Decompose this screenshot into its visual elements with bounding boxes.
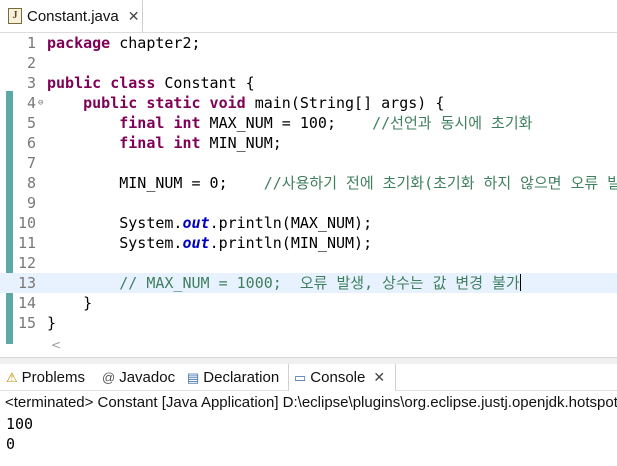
code-text: } bbox=[47, 293, 92, 313]
console-output-line: 0 bbox=[6, 435, 16, 453]
code-line: 1 package chapter2; bbox=[0, 33, 617, 53]
declaration-icon: ▤ bbox=[187, 369, 200, 385]
line-number: 11 bbox=[17, 234, 36, 252]
code-keyword: public static void bbox=[83, 94, 246, 112]
editor-tab-constant-java[interactable]: J Constant.java ✕ bbox=[0, 0, 143, 32]
line-number: 3 bbox=[26, 74, 36, 92]
code-token: } bbox=[47, 314, 57, 332]
code-token: } bbox=[83, 294, 93, 312]
code-line: 6 final int MIN_NUM; bbox=[0, 133, 617, 153]
code-text: MIN_NUM = 0; //사용하기 전에 초기화(초기화 하지 않으면 오류… bbox=[47, 173, 617, 193]
line-number: 4 bbox=[26, 94, 36, 112]
tab-label: Problems bbox=[21, 369, 86, 386]
code-keyword: package bbox=[47, 34, 111, 52]
code-text: } bbox=[47, 313, 56, 333]
code-line: 11 System.out.println(MIN_NUM); bbox=[0, 233, 617, 253]
code-token: MIN_NUM = 0; bbox=[119, 174, 264, 192]
close-icon[interactable]: ✕ bbox=[128, 8, 140, 25]
tab-console[interactable]: ▭ Console ✕ bbox=[288, 364, 396, 391]
code-comment: //사용하기 전에 초기화(초기화 하지 않으면 오류 발생) bbox=[263, 174, 617, 192]
code-text: public static void main(String[] args) { bbox=[47, 93, 444, 113]
line-number: 2 bbox=[26, 54, 36, 72]
line-number: 7 bbox=[26, 154, 36, 172]
code-field: out bbox=[182, 234, 210, 252]
code-keyword: final bbox=[119, 114, 165, 132]
current-code-line: 13 // MAX_NUM = 1000; 오류 발생, 상수는 값 변경 불가 bbox=[0, 273, 617, 293]
fold-toggle-icon[interactable]: ⊖ bbox=[38, 93, 43, 113]
code-line: 12 bbox=[0, 253, 617, 273]
code-line: 15 } bbox=[0, 313, 617, 333]
close-icon[interactable]: ✕ bbox=[373, 369, 385, 386]
tab-label: Javadoc bbox=[119, 369, 176, 386]
tab-label: Declaration bbox=[203, 369, 280, 386]
code-line: 3 public class Constant { bbox=[0, 73, 617, 93]
code-text: System.out.println(MAX_NUM); bbox=[47, 213, 372, 233]
code-token: main(String[] args) { bbox=[245, 94, 445, 112]
code-token: .println(MAX_NUM); bbox=[209, 214, 373, 232]
code-keyword: int bbox=[173, 134, 201, 152]
code-line: 4 ⊖ public static void main(String[] arg… bbox=[0, 93, 617, 113]
code-line: 5 final int MAX_NUM = 100; //선언과 동시에 초기화 bbox=[0, 113, 617, 133]
console-status-line: <terminated> Constant [Java Application]… bbox=[5, 394, 617, 411]
line-number: 1 bbox=[26, 34, 36, 52]
scroll-left-icon[interactable]: < bbox=[51, 338, 61, 352]
code-comment: //선언과 동시에 초기화 bbox=[372, 114, 533, 132]
code-text: package chapter2; bbox=[47, 33, 201, 53]
problems-icon: ⚠ bbox=[6, 369, 18, 385]
tab-label: Console bbox=[310, 369, 366, 386]
view-tab-bar: ⚠ Problems @ Javadoc ▤ Declaration ▭ Con… bbox=[0, 364, 617, 391]
code-line: 7 bbox=[0, 153, 617, 173]
code-line: 10 System.out.println(MAX_NUM); bbox=[0, 213, 617, 233]
code-line: 14 } bbox=[0, 293, 617, 313]
horizontal-scrollbar[interactable]: < bbox=[47, 337, 617, 355]
text-caret bbox=[519, 274, 521, 291]
line-number: 14 bbox=[17, 294, 36, 312]
code-line: 9 bbox=[0, 193, 617, 213]
line-number: 15 bbox=[17, 314, 36, 332]
javadoc-icon: @ bbox=[102, 370, 116, 385]
code-text: final int MIN_NUM; bbox=[47, 133, 282, 153]
code-token: Constant { bbox=[155, 74, 255, 92]
editor-tab-label: Constant.java bbox=[27, 7, 119, 25]
code-keyword: int bbox=[173, 114, 201, 132]
code-text: System.out.println(MIN_NUM); bbox=[47, 233, 372, 253]
panel-splitter[interactable] bbox=[0, 357, 617, 364]
code-text: final int MAX_NUM = 100; //선언과 동시에 초기화 bbox=[47, 113, 532, 133]
editor-tab-bar: J Constant.java ✕ bbox=[0, 0, 617, 33]
console-icon: ▭ bbox=[294, 369, 307, 385]
line-number: 12 bbox=[17, 254, 36, 272]
code-token: .println(MIN_NUM); bbox=[209, 234, 373, 252]
line-number: 5 bbox=[26, 114, 36, 132]
code-line: 2 bbox=[0, 53, 617, 73]
code-text: public class Constant { bbox=[47, 73, 255, 93]
line-number: 8 bbox=[26, 174, 36, 192]
code-token: System. bbox=[119, 234, 183, 252]
code-text: // MAX_NUM = 1000; 오류 발생, 상수는 값 변경 불가 bbox=[47, 273, 521, 293]
tab-declaration[interactable]: ▤ Declaration bbox=[187, 364, 279, 391]
line-number: 6 bbox=[26, 134, 36, 152]
line-number: 13 bbox=[17, 274, 36, 292]
line-number: 9 bbox=[26, 194, 36, 212]
code-field: out bbox=[182, 214, 210, 232]
console-output-line: 100 bbox=[6, 415, 34, 433]
code-line: 8 MIN_NUM = 0; //사용하기 전에 초기화(초기화 하지 않으면 … bbox=[0, 173, 617, 193]
code-token: MAX_NUM = 100; bbox=[200, 114, 373, 132]
code-token: System. bbox=[119, 214, 183, 232]
code-keyword: public class bbox=[47, 74, 156, 92]
code-editor[interactable]: 1 package chapter2; 2 3 public class Con… bbox=[0, 33, 617, 357]
tab-javadoc[interactable]: @ Javadoc bbox=[102, 364, 175, 391]
tab-problems[interactable]: ⚠ Problems bbox=[6, 364, 85, 391]
code-token: MIN_NUM; bbox=[200, 134, 282, 152]
code-comment: // MAX_NUM = 1000; 오류 발생, 상수는 값 변경 불가 bbox=[119, 274, 520, 292]
code-keyword: final bbox=[119, 134, 165, 152]
line-number: 10 bbox=[17, 214, 36, 232]
code-token: chapter2; bbox=[110, 34, 201, 52]
java-file-icon: J bbox=[8, 8, 22, 24]
